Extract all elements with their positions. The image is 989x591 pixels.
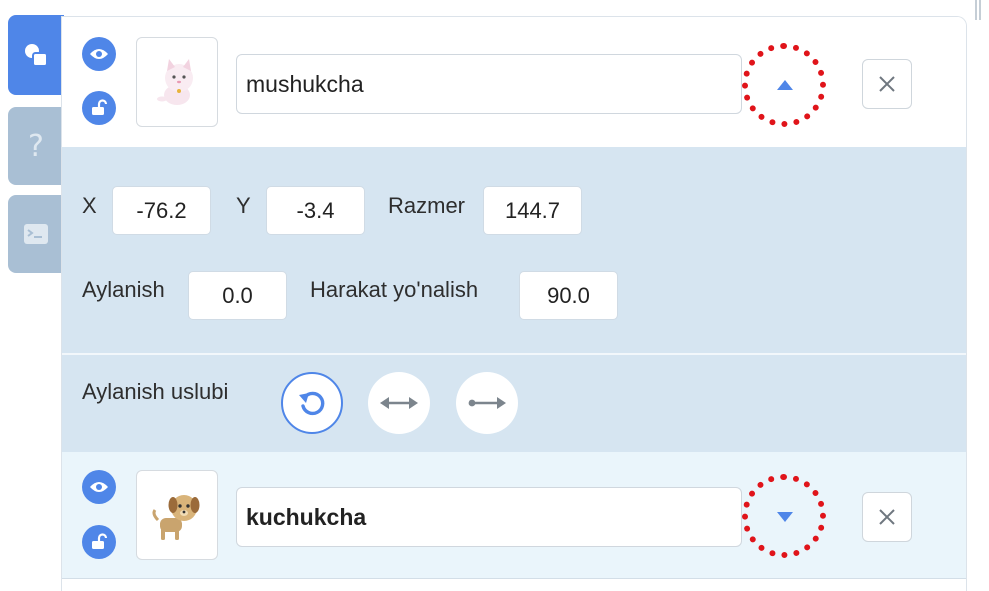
rotation-label: Aylanish xyxy=(82,277,165,302)
direction-label: Harakat yo'nalish xyxy=(310,277,479,302)
sprite-thumbnail[interactable] xyxy=(136,37,218,127)
cat-sprite-icon xyxy=(157,59,193,105)
rotate-arrow-icon xyxy=(299,391,325,416)
eye-icon xyxy=(90,49,108,59)
console-icon xyxy=(24,224,48,244)
sprite-name-input[interactable] xyxy=(236,487,742,547)
tab-sprite[interactable] xyxy=(8,15,64,95)
sprite-shapes-icon xyxy=(25,44,48,67)
lock-toggle[interactable] xyxy=(82,91,116,125)
scrollbar-grip[interactable] xyxy=(975,0,981,20)
direction-field[interactable]: 90.0 xyxy=(519,271,618,320)
size-field[interactable]: 144.7 xyxy=(483,186,582,235)
tab-console[interactable] xyxy=(8,195,64,273)
tab-help[interactable]: ? xyxy=(8,107,64,185)
double-arrow-icon xyxy=(380,397,418,409)
visibility-toggle[interactable] xyxy=(82,37,116,71)
collapse-toggle[interactable] xyxy=(760,60,810,110)
fixed-arrow-icon xyxy=(468,397,506,409)
close-icon xyxy=(879,76,895,92)
delete-sprite-button[interactable] xyxy=(862,59,912,109)
question-mark-icon: ? xyxy=(28,128,44,164)
rotation-style-none-button[interactable] xyxy=(456,372,518,434)
x-field[interactable]: -76.2 xyxy=(112,186,211,235)
y-field[interactable]: -3.4 xyxy=(266,186,365,235)
rotation-style-all-around-button[interactable] xyxy=(281,372,343,434)
size-label: Razmer xyxy=(388,193,466,218)
expand-toggle[interactable] xyxy=(760,492,810,542)
sprite-properties: X -76.2 Y -3.4 Razmer 144.7 Aylanish 0.0… xyxy=(62,147,966,452)
sprite-panel: X -76.2 Y -3.4 Razmer 144.7 Aylanish 0.0… xyxy=(61,16,967,591)
triangle-down-icon xyxy=(777,512,793,522)
close-icon xyxy=(879,509,895,525)
sprite-row-mushukcha[interactable] xyxy=(62,17,966,147)
sprite-name-input[interactable] xyxy=(236,54,742,114)
dog-sprite-icon xyxy=(152,495,200,540)
eye-icon xyxy=(90,482,108,492)
unlock-icon xyxy=(92,533,108,549)
sprite-thumbnail[interactable] xyxy=(136,470,218,560)
rotation-style-left-right-button[interactable] xyxy=(368,372,430,434)
rotation-field[interactable]: 0.0 xyxy=(188,271,287,320)
divider xyxy=(62,353,966,355)
delete-sprite-button[interactable] xyxy=(862,492,912,542)
x-label: X xyxy=(82,193,97,218)
sprite-row-kuchukcha[interactable] xyxy=(62,452,966,579)
lock-toggle[interactable] xyxy=(82,525,116,559)
visibility-toggle[interactable] xyxy=(82,470,116,504)
rotation-style-label: Aylanish uslubi xyxy=(82,379,229,404)
triangle-up-icon xyxy=(777,80,793,90)
unlock-icon xyxy=(92,99,108,115)
y-label: Y xyxy=(236,193,251,218)
